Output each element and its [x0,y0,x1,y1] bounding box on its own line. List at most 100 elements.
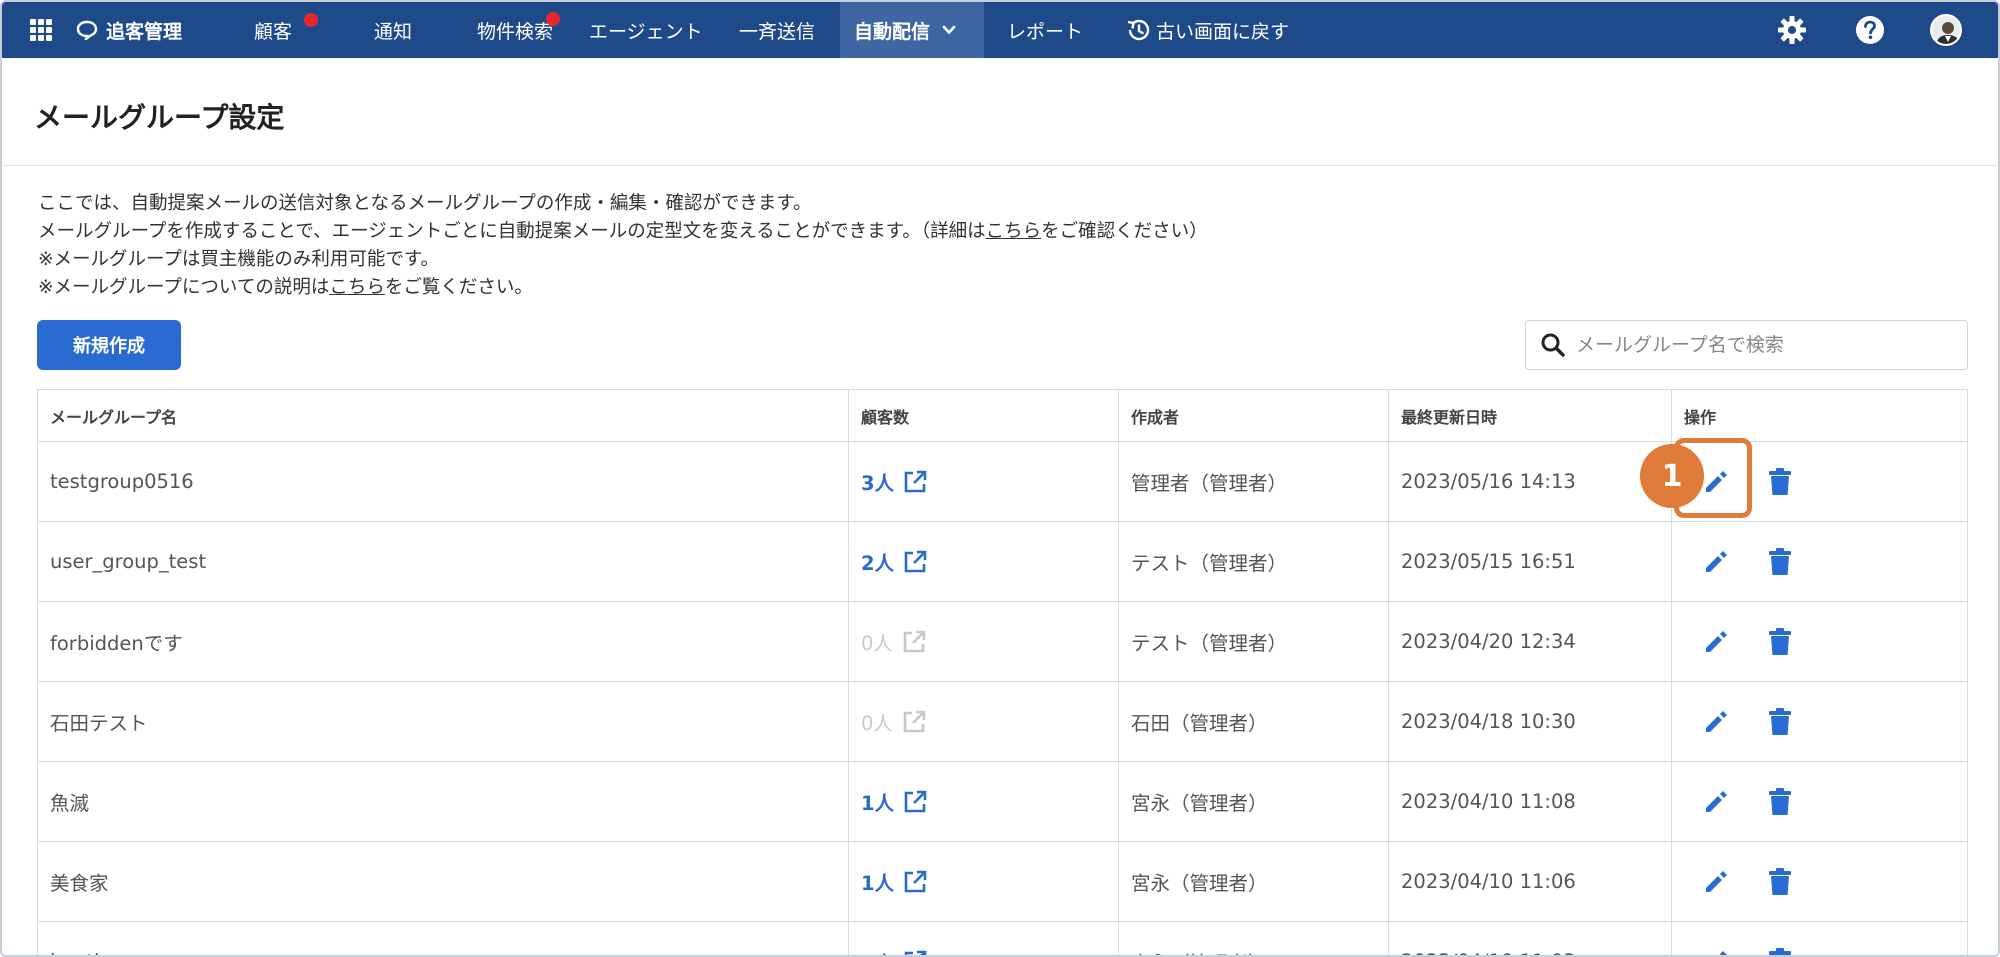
pencil-icon [1706,790,1727,812]
search-box[interactable] [1525,320,1968,370]
column-header-name: メールグループ名 [38,390,849,441]
author: 宮永（管理者） [1119,922,1389,955]
nav-item-customers[interactable]: 顧客 [254,2,318,58]
page-title: メールグループ設定 [34,101,285,134]
table-row: 石田テスト 0人 石田（管理者） 2023/04/18 10:30 [38,682,1967,762]
group-name: testgroup0516 [38,442,849,521]
updated-at: 2023/04/10 11:08 [1389,762,1672,841]
nav-item-old-screen[interactable]: 古い画面に戻す [1124,2,1289,58]
nav-item-agent[interactable]: エージェント [589,2,703,58]
edit-button[interactable] [1696,862,1736,902]
external-link-icon [904,870,927,892]
new-create-button[interactable]: 新規作成 [37,320,181,370]
trash-icon [1769,467,1791,495]
settings-button[interactable] [1776,2,1808,58]
trash-icon [1769,867,1791,895]
brand[interactable]: 追客管理 [76,14,182,46]
notification-badge [546,12,560,26]
avatar [1930,14,1962,46]
author: テスト（管理者） [1119,602,1389,681]
customer-count-link[interactable]: 1人 [861,947,928,955]
external-link-icon [903,630,926,652]
explanation-link[interactable]: こちら [329,277,385,298]
trash-icon [1769,547,1791,575]
chat-bubble-icon [76,20,98,40]
details-link[interactable]: こちら [986,221,1042,242]
external-link-icon [904,470,927,492]
group-name: 石田テスト [38,682,849,761]
table-row: 魚滅 1人 宮永（管理者） 2023/04/10 11:08 [38,762,1967,842]
table-row: user_group_test 2人 テスト（管理者） 2023/05/15 1… [38,522,1967,602]
updated-at: 2023/04/18 10:30 [1389,682,1672,761]
group-name: user_group_test [38,522,849,601]
nav-item-auto-delivery[interactable]: 自動配信 [840,2,984,58]
notification-badge [304,13,318,27]
edit-button[interactable] [1696,622,1736,662]
table-row: forbiddenです 0人 テスト（管理者） 2023/04/20 12:34 [38,602,1967,682]
group-name: beatles [38,922,849,955]
column-header-actions: 操作 [1684,407,1717,427]
edit-button[interactable] [1696,782,1736,822]
top-nav: 追客管理 顧客 通知 物件検索 エージェント 一斉送信 自動配信 レポート 古い… [2,2,1998,58]
external-link-icon [904,550,927,572]
customer-count-link[interactable]: 0人 [861,707,927,736]
author: 宮永（管理者） [1119,842,1389,921]
help-button[interactable] [1855,2,1885,58]
updated-at: 2023/04/20 12:34 [1389,602,1672,681]
delete-button[interactable] [1760,942,1800,956]
app-grid-icon[interactable] [30,19,52,41]
user-menu[interactable] [1930,2,1962,58]
edit-button[interactable] [1696,702,1736,742]
help-icon [1856,16,1884,44]
pencil-icon [1706,870,1727,892]
updated-at: 2023/04/10 11:03 [1389,922,1672,955]
nav-item-notifications[interactable]: 通知 [374,2,412,58]
trash-icon [1769,787,1791,815]
group-name: 美食家 [38,842,849,921]
group-name: 魚滅 [38,762,849,841]
customer-count-link[interactable]: 2人 [861,547,928,576]
delete-button[interactable] [1760,542,1800,582]
nav-item-bulk-send[interactable]: 一斉送信 [739,2,815,58]
trash-icon [1769,707,1791,735]
table-header: メールグループ名 顧客数 作成者 最終更新日時 操作 [38,390,1967,442]
external-link-icon [903,710,926,732]
search-input[interactable] [1576,334,1956,356]
delete-button[interactable] [1760,622,1800,662]
table-row: 美食家 1人 宮永（管理者） 2023/04/10 11:06 [38,842,1967,922]
edit-button[interactable] [1696,542,1736,582]
updated-at: 2023/05/15 16:51 [1389,522,1672,601]
pencil-icon [1720,950,1727,955]
page-header: メールグループ設定 [2,58,1998,166]
nav-item-property-search[interactable]: 物件検索 [477,2,560,58]
history-icon [1127,19,1150,41]
delete-button[interactable] [1760,462,1800,502]
step-callout: 1 [1640,444,1704,508]
group-name: forbiddenです [38,602,849,681]
edit-button[interactable] [1696,942,1736,955]
customer-count-link[interactable]: 1人 [861,867,928,896]
pencil-icon [1706,630,1727,652]
author: 宮永（管理者） [1119,762,1389,841]
customer-count-link[interactable]: 0人 [861,627,927,656]
brand-name: 追客管理 [106,20,183,43]
table-row: beatles 1人 宮永（管理者） 2023/04/10 11:03 [38,922,1967,956]
customer-count-link[interactable]: 3人 [861,467,928,496]
column-header-author: 作成者 [1119,390,1389,441]
author: 石田（管理者） [1119,682,1389,761]
trash-icon [1769,947,1791,955]
external-link-icon [904,950,927,955]
pencil-icon [1706,710,1727,732]
pencil-icon [1706,470,1727,492]
column-header-count: 顧客数 [849,390,1119,441]
nav-item-report[interactable]: レポート [1007,2,1083,58]
delete-button[interactable] [1760,862,1800,902]
app-frame: 追客管理 顧客 通知 物件検索 エージェント 一斉送信 自動配信 レポート 古い… [0,0,2000,957]
author: テスト（管理者） [1119,522,1389,601]
delete-button[interactable] [1760,782,1800,822]
delete-button[interactable] [1760,702,1800,742]
author: 管理者（管理者） [1119,442,1389,521]
gear-icon [1778,16,1806,44]
customer-count-link[interactable]: 1人 [861,787,928,816]
column-header-updated: 最終更新日時 [1389,390,1672,441]
